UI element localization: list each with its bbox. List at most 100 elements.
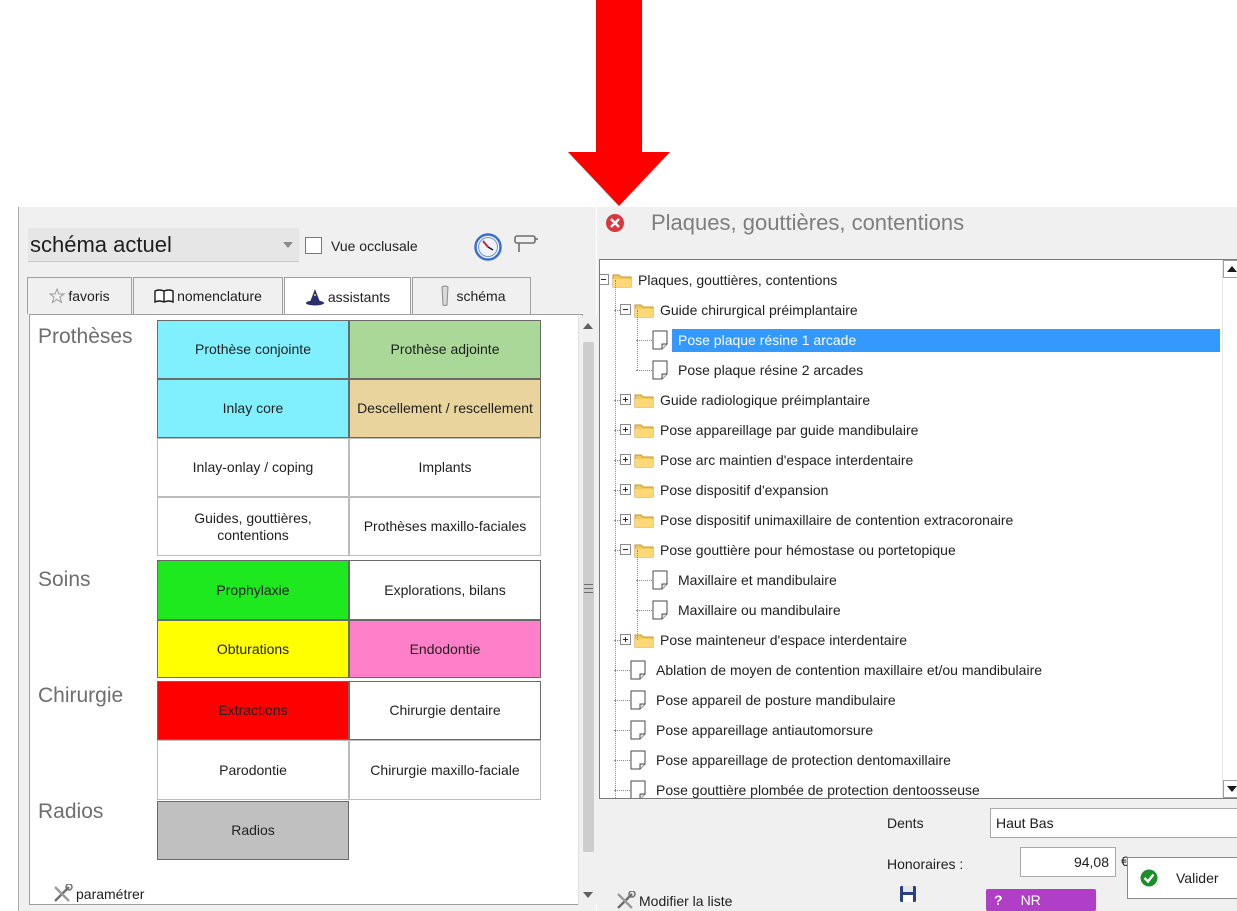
- scroll-thumb[interactable]: [583, 342, 594, 852]
- section-radios: Radios: [38, 800, 104, 823]
- schema-select[interactable]: schéma actuel: [28, 228, 299, 262]
- tree-scrollbar[interactable]: [1222, 260, 1237, 798]
- folder-icon: [634, 452, 654, 473]
- tree-item[interactable]: Maxillaire ou mandibulaire: [600, 595, 1220, 625]
- tree-item-label: Pose dispositif d'expansion: [660, 482, 829, 498]
- button-label: Implants: [418, 459, 472, 475]
- tree-item[interactable]: Guide radiologique préimplantaire: [600, 385, 1220, 415]
- tree-item-label: Ablation de moyen de contention maxillai…: [656, 662, 1043, 678]
- document-icon: [630, 660, 646, 685]
- tree-item[interactable]: Pose gouttière pour hémostase ou porteto…: [600, 535, 1220, 565]
- nr-badge[interactable]: ? NR: [986, 889, 1096, 911]
- annotation-arrow-icon: [568, 0, 670, 206]
- save-icon[interactable]: [899, 885, 917, 903]
- tree-item[interactable]: Pose appareillage par guide mandibulaire: [600, 415, 1220, 445]
- prothese-adjointe-button[interactable]: Prothèse adjointe: [349, 320, 541, 379]
- chirurgie-maxillo-button[interactable]: Chirurgie maxillo-faciale: [349, 740, 541, 800]
- tree-item[interactable]: Pose appareillage de protection dentomax…: [600, 745, 1220, 775]
- expand-icon[interactable]: [620, 424, 631, 435]
- tree-item[interactable]: Plaques, gouttières, contentions: [600, 265, 1220, 295]
- expand-icon[interactable]: [620, 484, 631, 495]
- tree-item[interactable]: Maxillaire et mandibulaire: [600, 565, 1220, 595]
- collapse-icon[interactable]: [600, 274, 609, 285]
- vue-occlusale-label: Vue occlusale: [331, 238, 418, 254]
- scroll-down-icon[interactable]: [583, 892, 593, 898]
- inlay-onlay-button[interactable]: Inlay-onlay / coping: [157, 438, 349, 497]
- star-icon: [49, 288, 66, 304]
- tree-item[interactable]: Pose mainteneur d'espace interdentaire: [600, 625, 1220, 655]
- tooth-icon: [441, 285, 449, 306]
- obturations-button[interactable]: Obturations: [157, 620, 349, 678]
- button-label: Extractions: [218, 702, 288, 718]
- tree-item[interactable]: Pose plaque résine 1 arcade: [600, 325, 1220, 355]
- dental-drill-icon[interactable]: [513, 233, 539, 255]
- prothese-conjointe-button[interactable]: Prothèse conjointe: [157, 320, 349, 379]
- tab-label: favoris: [68, 288, 110, 304]
- clock-icon[interactable]: [474, 233, 502, 261]
- expand-icon[interactable]: [620, 634, 631, 645]
- tree-item[interactable]: Pose plaque résine 2 arcades: [600, 355, 1220, 385]
- button-label: Prothèse conjointe: [195, 341, 311, 357]
- expand-icon[interactable]: [620, 514, 631, 525]
- endodontie-button[interactable]: Endodontie: [349, 620, 541, 678]
- tree-connector: [614, 760, 630, 761]
- guides-button[interactable]: Guides, gouttières, contentions: [157, 497, 349, 556]
- vue-occlusale-checkbox[interactable]: [305, 237, 322, 254]
- tree-connector: [636, 610, 652, 611]
- tree-item[interactable]: Ablation de moyen de contention maxillai…: [600, 655, 1220, 685]
- button-label: Guides, gouttières, contentions: [194, 509, 312, 543]
- extractions-button[interactable]: Extractions: [157, 681, 349, 740]
- button-label: Inlay-onlay / coping: [192, 459, 314, 475]
- valider-button[interactable]: Valider: [1127, 857, 1237, 899]
- close-icon[interactable]: [605, 213, 625, 233]
- honoraires-field[interactable]: 94,08: [1020, 847, 1116, 877]
- vertical-scrollbar[interactable]: [578, 316, 597, 905]
- tree-item-label: Plaques, gouttières, contentions: [638, 272, 838, 288]
- radios-button[interactable]: Radios: [157, 801, 349, 860]
- explorations-button[interactable]: Explorations, bilans: [349, 560, 541, 620]
- tab-favoris[interactable]: favoris: [27, 277, 132, 314]
- assistants-grid: Prothèses Soins Chirurgie Radios Prothès…: [29, 314, 597, 905]
- inlay-core-button[interactable]: Inlay core: [157, 379, 349, 438]
- document-icon: [630, 720, 646, 745]
- tree-item[interactable]: Pose arc maintien d'espace interdentaire: [600, 445, 1220, 475]
- tab-schema[interactable]: schéma: [412, 277, 531, 314]
- parametrer-button[interactable]: paramétrer: [52, 884, 144, 904]
- tree-item[interactable]: Pose appareillage antiautomorsure: [600, 715, 1220, 745]
- tree-item-label: Pose appareillage par guide mandibulaire: [660, 422, 919, 438]
- tree-item[interactable]: Pose dispositif d'expansion: [600, 475, 1220, 505]
- check-icon: [1140, 869, 1158, 887]
- dents-field[interactable]: Haut Bas: [990, 808, 1237, 838]
- scroll-up-icon[interactable]: [583, 323, 593, 329]
- dents-label: Dents: [887, 815, 924, 831]
- prophylaxie-button[interactable]: Prophylaxie: [157, 560, 349, 620]
- tree-item[interactable]: Pose appareil de posture mandibulaire: [600, 685, 1220, 715]
- tree-item[interactable]: Pose dispositif unimaxillaire de content…: [600, 505, 1220, 535]
- folder-icon: [634, 512, 654, 533]
- implants-button[interactable]: Implants: [349, 438, 541, 497]
- tree-item-label: Pose appareillage antiautomorsure: [656, 722, 874, 738]
- scroll-down-icon: [1227, 786, 1237, 792]
- modifier-liste-button[interactable]: Modifier la liste: [615, 891, 732, 911]
- collapse-icon[interactable]: [620, 544, 631, 555]
- chirurgie-dentaire-button[interactable]: Chirurgie dentaire: [349, 681, 541, 740]
- expand-icon[interactable]: [620, 394, 631, 405]
- tree-item[interactable]: Pose gouttière plombée de protection den…: [600, 775, 1220, 798]
- section-protheses: Prothèses: [38, 325, 133, 348]
- protheses-maxillo-button[interactable]: Prothèses maxillo-faciales: [349, 497, 541, 556]
- button-label: Chirurgie dentaire: [389, 702, 501, 718]
- folder-icon: [634, 392, 654, 413]
- collapse-icon[interactable]: [620, 304, 631, 315]
- button-label: Prothèse adjointe: [390, 341, 500, 357]
- document-icon: [652, 600, 668, 625]
- tree-item[interactable]: Guide chirurgical préimplantaire: [600, 295, 1220, 325]
- parodontie-button[interactable]: Parodontie: [157, 740, 349, 800]
- tab-assistants[interactable]: assistants: [284, 277, 411, 315]
- descellement-button[interactable]: Descellement / rescellement: [349, 379, 541, 438]
- parametrer-label: paramétrer: [76, 886, 145, 902]
- book-icon: [154, 289, 174, 304]
- expand-icon[interactable]: [620, 454, 631, 465]
- button-label: Radios: [231, 822, 275, 838]
- tab-nomenclature[interactable]: nomenclature: [133, 277, 283, 314]
- scroll-grip-icon: [584, 584, 593, 593]
